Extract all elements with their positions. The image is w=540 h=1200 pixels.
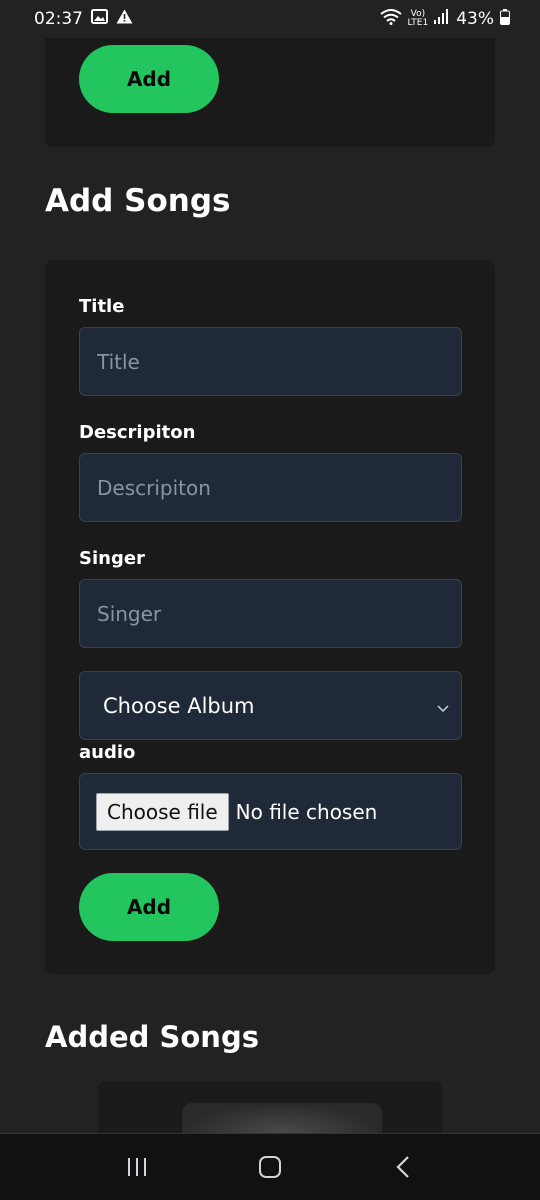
- add-album-button[interactable]: Add: [79, 45, 219, 113]
- song-card[interactable]: [98, 1081, 442, 1141]
- choose-file-button[interactable]: Choose file: [96, 792, 229, 831]
- battery-percent: 43%: [456, 9, 494, 29]
- status-bar: 02:37 Vo) LTE1 43%: [0, 0, 540, 38]
- signal-icon: [434, 9, 450, 29]
- description-label: Descripiton: [79, 422, 196, 443]
- album-select-value: Choose Album: [103, 693, 255, 718]
- title-label: Title: [79, 296, 125, 317]
- gallery-icon: [91, 9, 108, 29]
- add-songs-heading: Add Songs: [45, 183, 231, 219]
- recent-apps-icon[interactable]: [117, 1147, 157, 1187]
- status-time: 02:37: [34, 9, 83, 29]
- status-left: 02:37: [34, 9, 133, 29]
- wifi-icon: [379, 8, 402, 30]
- album-select[interactable]: Choose Album: [79, 671, 462, 740]
- chevron-down-icon: [437, 694, 449, 718]
- home-icon[interactable]: [250, 1147, 290, 1187]
- singer-label: Singer: [79, 548, 145, 569]
- audio-file-input: Choose file No file chosen: [79, 773, 462, 850]
- add-songs-form: Title Descripiton Singer Choose Album au…: [45, 260, 495, 974]
- title-input[interactable]: [79, 327, 462, 396]
- battery-icon: [500, 8, 510, 30]
- volte-icon: Vo) LTE1: [407, 9, 429, 28]
- add-song-button[interactable]: Add: [79, 873, 219, 941]
- singer-input[interactable]: [79, 579, 462, 648]
- album-form-card: Add: [45, 24, 495, 147]
- status-right: Vo) LTE1 43%: [379, 8, 510, 30]
- description-input[interactable]: [79, 453, 462, 522]
- navigation-bar: [0, 1133, 540, 1200]
- back-icon[interactable]: [383, 1147, 423, 1187]
- network-label: LTE1: [407, 18, 429, 28]
- audio-label: audio: [79, 742, 136, 763]
- added-songs-heading: Added Songs: [45, 1020, 259, 1054]
- file-status: No file chosen: [235, 799, 378, 824]
- alert-icon: [116, 9, 133, 29]
